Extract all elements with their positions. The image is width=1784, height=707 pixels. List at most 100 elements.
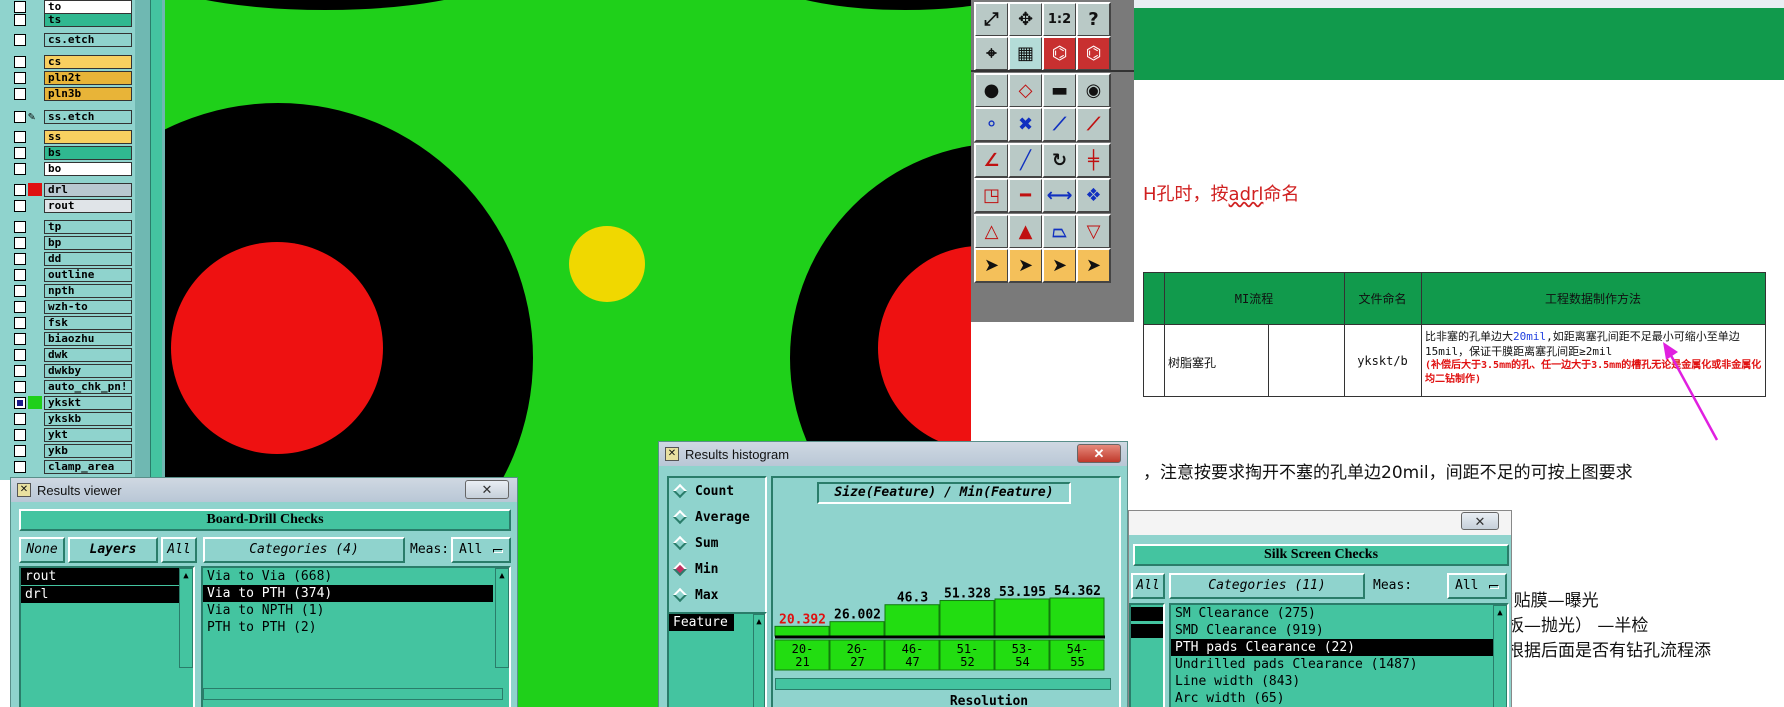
zoom-1to2-button[interactable]: 1:2 (1042, 2, 1077, 37)
layer-row[interactable]: ykt (14, 427, 132, 442)
layer-name[interactable]: biaozhu (44, 331, 132, 346)
pad-corner-button[interactable]: ◳ (974, 178, 1009, 213)
target-pad-button[interactable]: ◉ (1076, 73, 1111, 108)
histogram-titlebar[interactable]: ✕ Results histogram ✕ (659, 442, 1127, 466)
layer-checkbox[interactable] (14, 332, 26, 345)
histogram-option-sum[interactable]: Sum (669, 530, 765, 556)
pcb-measure-button[interactable]: ⌖ (974, 36, 1009, 71)
histogram-option-average[interactable]: Average (669, 504, 765, 530)
radio-diamond-icon[interactable] (672, 483, 688, 499)
net-check-alt-button[interactable]: ⌬ (1076, 36, 1111, 71)
feature-vscroll[interactable]: ▲ (753, 614, 765, 707)
layer-name[interactable]: tp (44, 219, 132, 234)
layer-name[interactable]: ts (44, 12, 132, 27)
layer-checkbox[interactable] (14, 13, 26, 26)
layer-checkbox[interactable] (14, 380, 26, 393)
radio-diamond-icon[interactable] (672, 509, 688, 525)
layer-name[interactable]: dd (44, 251, 132, 266)
layer-row[interactable]: cs.etch (14, 32, 132, 47)
category-item[interactable]: Via to PTH (374) (203, 585, 493, 602)
layer-row[interactable]: dwk (14, 347, 132, 362)
layer-row[interactable]: ykskb (14, 411, 132, 426)
grid-button[interactable]: ▦ (1008, 36, 1043, 71)
category-item[interactable]: Via to NPTH (1) (203, 602, 493, 619)
radio-diamond-icon[interactable] (672, 587, 688, 603)
layer-list-item[interactable]: rout (21, 568, 193, 585)
rotate-button[interactable]: ↻ (1042, 143, 1077, 178)
silk-titlebar[interactable] (1129, 511, 1511, 535)
silk-category-item[interactable]: SMD Clearance (919) (1171, 622, 1507, 639)
pointer-circle-button[interactable]: ➤ (1042, 248, 1077, 283)
layer-checkbox[interactable] (14, 162, 26, 175)
layer-checkbox[interactable] (14, 284, 26, 297)
layer-checkbox[interactable] (14, 220, 26, 233)
layer-name[interactable]: pln3b (44, 86, 132, 101)
silk-category-item[interactable]: PTH pads Clearance (22) (1171, 639, 1507, 656)
layer-row[interactable]: auto_chk_pn! (14, 379, 132, 394)
layer-checkbox[interactable] (14, 460, 26, 473)
layer-name[interactable]: bp (44, 235, 132, 250)
layer-checkbox[interactable] (14, 71, 26, 84)
scroll-up-icon[interactable]: ▲ (180, 569, 192, 583)
categories-list[interactable]: Via to Via (668) Via to PTH (374) Via to N… (201, 566, 511, 707)
layer-name[interactable]: ykb (44, 443, 132, 458)
layer-row[interactable]: cs (14, 54, 132, 69)
silk-layers-list[interactable] (1129, 603, 1165, 707)
layer-row[interactable]: dd (14, 251, 132, 266)
net-check-button[interactable]: ⌬ (1042, 36, 1077, 71)
layer-name[interactable]: dwkby (44, 363, 132, 378)
silk-category-item[interactable]: Arc width (65) (1171, 690, 1507, 707)
layer-checkbox[interactable] (14, 33, 26, 46)
layer-name[interactable]: ykskb (44, 411, 132, 426)
layer-checkbox[interactable] (14, 348, 26, 361)
layer-checkbox[interactable] (14, 183, 26, 196)
layer-name[interactable]: cs (44, 54, 132, 69)
silk-category-item[interactable]: Line width (843) (1171, 673, 1507, 690)
dimension-button[interactable]: ⟷ (1042, 178, 1077, 213)
cross-button[interactable]: ✖ (1008, 107, 1043, 142)
horizontal-line-button[interactable]: ━ (1008, 178, 1043, 213)
layer-row[interactable]: pln2t (14, 70, 132, 85)
scroll-up-icon[interactable]: ▲ (496, 569, 508, 583)
layer-name[interactable]: wzh-to (44, 299, 132, 314)
layer-name[interactable]: ykskt (44, 395, 132, 410)
layer-row[interactable]: bo (14, 161, 132, 176)
triangle-up-button[interactable]: ▲ (1008, 214, 1043, 249)
layer-row[interactable]: drl (14, 182, 132, 197)
layer-name[interactable]: rout (44, 198, 132, 213)
layer-name[interactable]: auto_chk_pn! (44, 379, 132, 394)
pointer-net-button[interactable]: ➤ (1076, 248, 1111, 283)
fit-screen-button[interactable]: ⤢ (974, 2, 1009, 37)
help-button[interactable]: ? (1076, 2, 1111, 37)
histogram-option-max[interactable]: Max (669, 582, 765, 608)
radio-diamond-icon[interactable] (672, 561, 688, 577)
layer-list-item[interactable]: drl (21, 586, 193, 603)
categories-vscroll[interactable]: ▲ (495, 568, 509, 668)
histogram-option-count[interactable]: Count (669, 478, 765, 504)
silk-categories-list[interactable]: SM Clearance (275) SMD Clearance (919) PTH… (1169, 603, 1509, 707)
layer-row[interactable]: dwkby (14, 363, 132, 378)
layer-row[interactable]: pln3b (14, 86, 132, 101)
layer-checkbox[interactable] (14, 396, 26, 409)
scroll-up-icon[interactable]: ▲ (754, 615, 764, 629)
pad-shape-button[interactable]: ▽ (1076, 214, 1111, 249)
silk-meas-select[interactable]: All (1447, 573, 1507, 599)
none-button[interactable]: None (19, 537, 65, 563)
layer-name[interactable]: ss.etch (44, 109, 132, 124)
layer-checkbox[interactable] (14, 236, 26, 249)
layer-row[interactable]: biaozhu (14, 331, 132, 346)
layer-name[interactable]: dwk (44, 347, 132, 362)
trapezoid-button[interactable]: ⏢ (1042, 214, 1077, 249)
meas-select[interactable]: All (451, 537, 511, 563)
layer-name[interactable]: outline (44, 267, 132, 282)
layer-row[interactable]: bp (14, 235, 132, 250)
layer-name[interactable]: npth (44, 283, 132, 298)
close-icon[interactable]: ✕ (1461, 512, 1499, 530)
line-point-button[interactable]: ⟋ (1042, 107, 1077, 142)
results-viewer-titlebar[interactable]: ✕ Results viewer ✕ (11, 478, 517, 502)
layer-checkbox[interactable] (14, 300, 26, 313)
layer-name[interactable]: ss (44, 129, 132, 144)
feature-item[interactable]: Feature (669, 614, 734, 631)
slot-button[interactable]: ╪ (1076, 143, 1111, 178)
category-item[interactable]: PTH to PTH (2) (203, 619, 493, 636)
